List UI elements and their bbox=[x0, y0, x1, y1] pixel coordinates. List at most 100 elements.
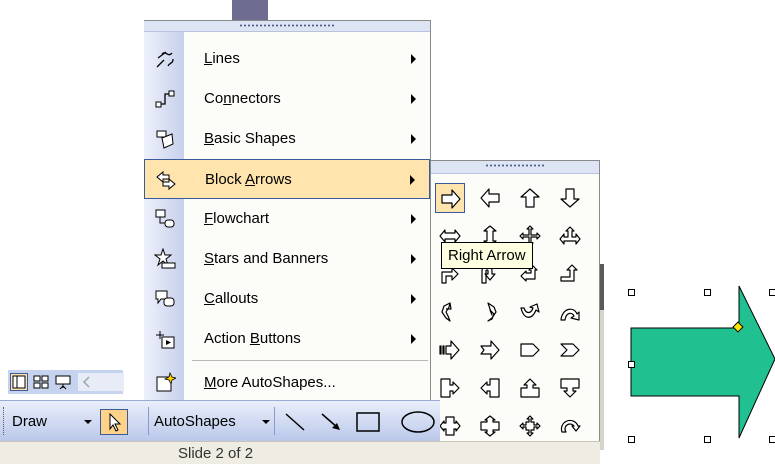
toolbar-grip[interactable] bbox=[3, 407, 5, 435]
striped-right-arrow-icon bbox=[439, 340, 460, 360]
shape-button-striped-right-arrow[interactable] bbox=[435, 335, 465, 365]
menu-item-label: Stars and Banners bbox=[204, 250, 329, 267]
shape-button-down-arrow[interactable] bbox=[555, 183, 585, 213]
slide-sorter-view-icon[interactable] bbox=[32, 373, 50, 391]
menu-item-callouts[interactable]: Callouts bbox=[144, 279, 430, 319]
select-pointer-button[interactable] bbox=[100, 409, 128, 435]
menu-item-stars-and-banners[interactable]: Stars and Banners bbox=[144, 239, 430, 279]
more-autoshapes-icon bbox=[156, 372, 176, 392]
lines-icon bbox=[156, 51, 174, 68]
line-icon[interactable] bbox=[280, 409, 310, 435]
bent-up-arrow-icon bbox=[560, 264, 578, 282]
shape-button-left-arrow[interactable] bbox=[475, 183, 505, 213]
shape-button-down-arrow-callout[interactable] bbox=[555, 373, 585, 403]
submenu-arrow-icon bbox=[410, 175, 415, 185]
shape-button-curved-up-arrow[interactable] bbox=[515, 297, 545, 327]
stars-banners-icon bbox=[154, 248, 176, 269]
rectangle-icon[interactable] bbox=[352, 409, 384, 435]
shape-button-pentagon[interactable] bbox=[515, 335, 545, 365]
menu-item-flowchart[interactable]: Flowchart bbox=[144, 199, 430, 239]
up-down-arrow-callout-icon bbox=[480, 415, 500, 437]
down-arrow-icon bbox=[560, 188, 580, 208]
menu-item-action-buttons[interactable]: Action Buttons bbox=[144, 319, 430, 359]
chevron-icon bbox=[560, 343, 580, 357]
submenu-arrow-icon bbox=[411, 254, 416, 264]
submenu-arrow-icon bbox=[411, 214, 416, 224]
arrow-icon[interactable] bbox=[316, 409, 346, 435]
shape-button-up-arrow[interactable] bbox=[515, 183, 545, 213]
resize-handle[interactable] bbox=[769, 289, 775, 296]
shape-button-left-arrow-callout[interactable] bbox=[475, 373, 505, 403]
shape-button-up-arrow-callout[interactable] bbox=[515, 373, 545, 403]
shape-button-right-arrow-callout[interactable] bbox=[435, 373, 465, 403]
menu-item-label: More AutoShapes... bbox=[204, 374, 336, 391]
shape-button-notched-right-arrow[interactable] bbox=[475, 335, 505, 365]
slide-counter: Slide 2 of 2 bbox=[178, 445, 254, 462]
shape-button-chevron[interactable] bbox=[555, 335, 585, 365]
shape-button-circular-arrow[interactable] bbox=[555, 411, 585, 441]
shape-button-curved-right-arrow[interactable] bbox=[435, 297, 465, 327]
left-arrow-callout-icon bbox=[480, 378, 500, 398]
view-buttons-bar bbox=[8, 370, 124, 394]
right-arrow-callout-icon bbox=[440, 378, 460, 398]
menu-item-more-autoshapes[interactable]: More AutoShapes... bbox=[144, 363, 430, 403]
oval-icon[interactable] bbox=[396, 409, 436, 435]
left-right-arrow-callout-icon bbox=[439, 416, 461, 436]
right-arrow-icon bbox=[441, 189, 461, 209]
resize-handle[interactable] bbox=[628, 361, 635, 368]
chevron-down-icon bbox=[262, 420, 270, 424]
menu-item-label: Callouts bbox=[204, 290, 259, 307]
autoshapes-menu-button[interactable]: AutoShapes bbox=[154, 413, 236, 430]
autoshapes-menu: Lines Connectors Basic Shapes Block Arro… bbox=[144, 20, 431, 402]
menu-item-basic-shapes[interactable]: Basic Shapes bbox=[144, 119, 430, 159]
circular-arrow-icon bbox=[560, 419, 581, 433]
curved-down-arrow-icon bbox=[560, 308, 580, 321]
tooltip: Right Arrow bbox=[441, 242, 533, 269]
menu-item-label: Connectors bbox=[204, 90, 281, 107]
draw-menu-button[interactable]: Draw bbox=[12, 413, 47, 430]
menu-item-block-arrows[interactable]: Block Arrows bbox=[144, 159, 430, 199]
callouts-icon bbox=[155, 290, 175, 307]
down-arrow-callout-icon bbox=[560, 378, 580, 398]
curved-left-arrow-icon bbox=[487, 302, 497, 322]
resize-handle[interactable] bbox=[628, 436, 635, 443]
menu-item-label: Block Arrows bbox=[205, 171, 292, 188]
slide-canvas[interactable] bbox=[604, 264, 775, 463]
block-arrows-icon bbox=[156, 170, 176, 191]
shape-button-curved-left-arrow[interactable] bbox=[475, 297, 505, 327]
menu-item-label: Action Buttons bbox=[204, 330, 301, 347]
menu-item-lines[interactable]: Lines bbox=[144, 39, 430, 79]
curved-up-arrow-icon bbox=[520, 303, 540, 318]
submenu-arrow-icon bbox=[411, 94, 416, 104]
resize-handle[interactable] bbox=[704, 289, 711, 296]
resize-handle[interactable] bbox=[769, 436, 775, 443]
submenu-drag-handle[interactable] bbox=[431, 161, 599, 174]
action-buttons-icon bbox=[156, 331, 175, 349]
toolbar-separator bbox=[148, 407, 149, 435]
left-arrow-icon bbox=[480, 188, 500, 208]
normal-view-icon[interactable] bbox=[10, 373, 28, 391]
chevron-down-icon bbox=[84, 420, 92, 424]
menu-drag-handle[interactable] bbox=[144, 21, 430, 32]
scroll-left-icon[interactable] bbox=[78, 373, 124, 391]
up-arrow-callout-icon bbox=[520, 378, 540, 398]
flowchart-icon bbox=[155, 209, 175, 228]
menu-item-label: Lines bbox=[204, 50, 240, 67]
shape-button-left-right-up-arrow[interactable] bbox=[555, 221, 585, 251]
up-arrow-icon bbox=[520, 188, 540, 208]
menu-item-connectors[interactable]: Connectors bbox=[144, 79, 430, 119]
background-strip bbox=[232, 0, 268, 22]
shape-button-right-arrow[interactable] bbox=[435, 183, 465, 213]
shape-button-up-down-arrow-callout[interactable] bbox=[475, 411, 505, 441]
resize-handle[interactable] bbox=[704, 436, 711, 443]
shape-button-quad-arrow-callout[interactable] bbox=[515, 411, 545, 441]
submenu-arrow-icon bbox=[411, 334, 416, 344]
select-pointer-icon bbox=[109, 412, 122, 432]
slide-show-icon[interactable] bbox=[54, 373, 72, 391]
resize-handle[interactable] bbox=[628, 289, 635, 296]
connectors-icon bbox=[155, 90, 175, 108]
shape-button-bent-up-arrow[interactable] bbox=[555, 259, 585, 289]
toolbar-separator bbox=[274, 407, 275, 435]
shape-button-curved-down-arrow[interactable] bbox=[555, 297, 585, 327]
curved-right-arrow-icon bbox=[441, 302, 452, 322]
